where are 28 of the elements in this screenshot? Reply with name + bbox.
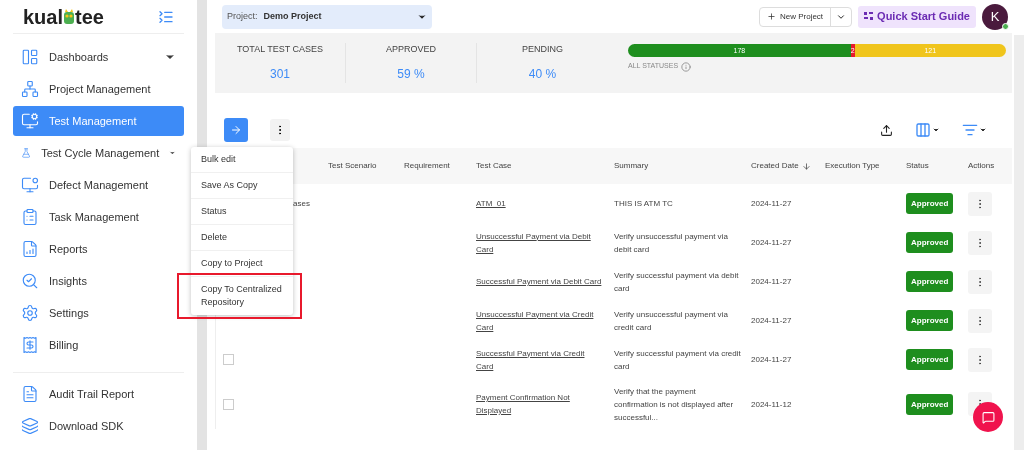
status-badge: Approved	[906, 193, 954, 214]
date-cell: 2024-11-27	[751, 355, 792, 364]
status-badge: Approved	[906, 232, 954, 253]
summary-cell: THIS IS ATM TC	[614, 199, 673, 208]
stat-value: 40 %	[528, 65, 557, 83]
date-cell: 2024-11-27	[751, 316, 792, 325]
summary-cell: Verify successful payment via credit card	[614, 348, 741, 371]
status-badge: Approved	[906, 393, 954, 415]
stat-label: APPROVED	[386, 43, 436, 57]
project-label: Project:	[227, 9, 258, 23]
date-cell: 2024-11-27	[751, 277, 792, 286]
date-cell: 2024-11-12	[751, 399, 792, 409]
stat-label: TOTAL TEST CASES	[237, 43, 323, 57]
logo: kual tee	[23, 4, 104, 30]
stat-value: 301	[270, 65, 290, 83]
status-badge: Approved	[906, 310, 954, 331]
stat-label: PENDING	[522, 43, 563, 57]
summary-cell: Verify successful payment via debit card	[614, 270, 739, 293]
project-name: Demo Project	[263, 9, 323, 23]
table-cell: ases	[293, 199, 310, 208]
summary-cell: Verify unsuccessful payment via credit card	[614, 309, 728, 332]
status-badge: Approved	[906, 271, 954, 292]
stat-value: 59 %	[397, 65, 425, 83]
status-badge: Approved	[906, 349, 954, 370]
date-cell: 2024-11-27	[751, 199, 792, 208]
date-cell: 2024-11-27	[751, 238, 792, 247]
summary-cell: Verify that the payment confirmation is not displayed after successful...	[614, 386, 734, 422]
summary-cell: Verify unsuccessful payment via debit card	[614, 231, 728, 254]
